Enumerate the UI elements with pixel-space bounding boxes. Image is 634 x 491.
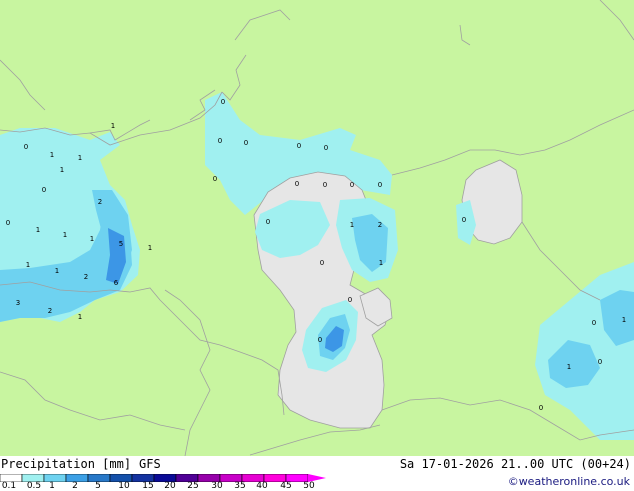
value-label: 1 (55, 267, 59, 275)
value-label: 0 (297, 142, 301, 150)
value-label: 0 (323, 181, 327, 189)
value-label: 0 (295, 180, 299, 188)
map-canvas: 01 110011 1125111263210 0 0 000 0 0 00 1 20 1000010… (0, 0, 634, 456)
value-label: 1 (379, 259, 383, 267)
value-label: 5 (119, 240, 123, 248)
value-label: 0 (378, 181, 382, 189)
map-footer: Precipitation [mm] GFS Sa 17-01-2026 21.… (0, 456, 634, 491)
value-label: 0 (42, 186, 46, 194)
value-label: 1 (622, 316, 626, 324)
value-label: 1 (78, 313, 82, 321)
valid-datetime: Sa 17-01-2026 21..00 UTC (00+24) (399, 457, 631, 471)
value-label: 1 (60, 166, 64, 174)
value-label: 1 (90, 235, 94, 243)
value-label: 2 (378, 221, 382, 229)
value-label: 0 (24, 143, 28, 151)
value-label: 0 (592, 319, 596, 327)
value-label: 0 (218, 137, 222, 145)
value-label: 0 (221, 98, 225, 106)
value-label: 0 (598, 358, 602, 366)
value-label: 0 (348, 296, 352, 304)
precipitation-map: 0111001111251112632100000000001201000010… (0, 0, 634, 456)
value-label: 0 (324, 144, 328, 152)
value-label: 0 (539, 404, 543, 412)
value-label: 3 (16, 299, 20, 307)
value-label: 6 (114, 279, 119, 287)
value-label: 2 (98, 198, 102, 206)
value-label: 0 (213, 175, 217, 183)
value-label: 2 (84, 273, 88, 281)
value-label: 0 (6, 219, 10, 227)
value-label: 0 (244, 139, 248, 147)
value-label: 0 (318, 336, 322, 344)
value-label: 1 (350, 221, 354, 229)
value-label: 2 (48, 307, 52, 315)
value-label: 0 (350, 181, 354, 189)
value-label: 0 (320, 259, 324, 267)
model-name: GFS (139, 457, 161, 471)
value-label: 0 (462, 216, 466, 224)
credit-link[interactable]: ©weatheronline.co.uk (508, 475, 630, 488)
value-label: 1 (78, 154, 82, 162)
value-label: 1 (36, 226, 40, 234)
value-label: 0 (266, 218, 270, 226)
value-label: 1 (148, 244, 152, 252)
value-label: 1 (567, 363, 571, 371)
value-label: 1 (63, 231, 67, 239)
map-title: Precipitation [mm] (1, 457, 132, 471)
value-label: 1 (111, 122, 115, 130)
value-label: 1 (26, 261, 30, 269)
value-label: 1 (50, 151, 54, 159)
